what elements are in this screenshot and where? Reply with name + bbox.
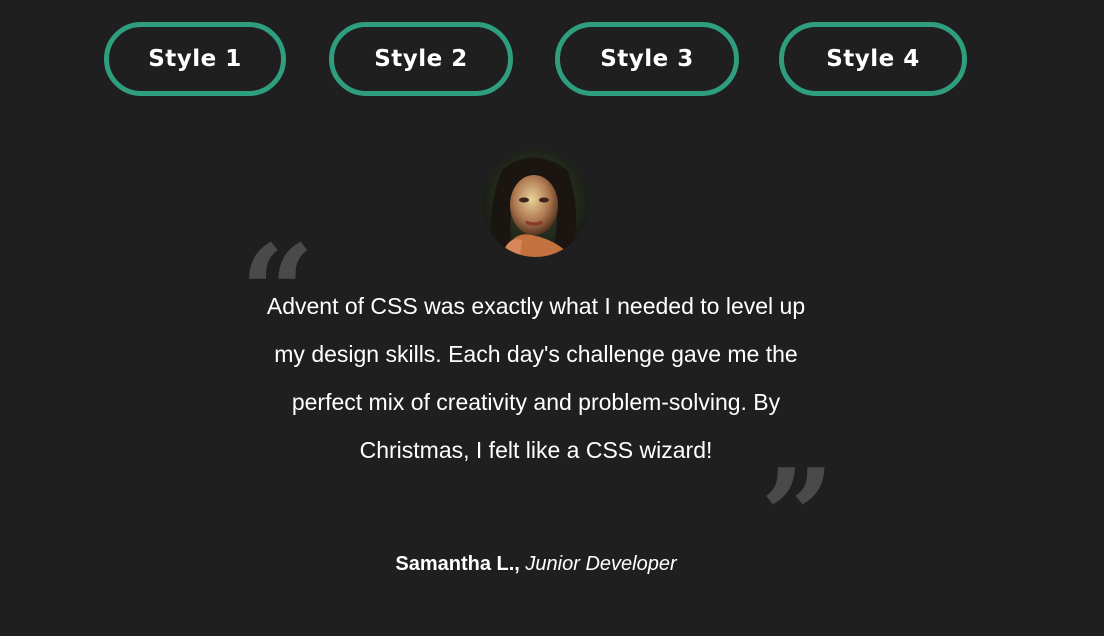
- avatar-photo: [482, 150, 589, 257]
- testimonial-quote: Advent of CSS was exactly what I needed …: [266, 293, 806, 463]
- style-1-button[interactable]: Style 1: [104, 22, 286, 96]
- avatar: [482, 150, 589, 257]
- testimonial-page: Style 1 Style 2 Style 3 Style 4 “ Advent…: [0, 0, 1104, 636]
- style-3-button[interactable]: Style 3: [555, 22, 739, 96]
- author-name: Samantha L.,: [395, 553, 520, 575]
- style-2-button[interactable]: Style 2: [329, 22, 513, 96]
- attribution: Samantha L., Junior Developer: [300, 550, 772, 578]
- style-4-button[interactable]: Style 4: [779, 22, 967, 96]
- author-role: Junior Developer: [525, 553, 677, 575]
